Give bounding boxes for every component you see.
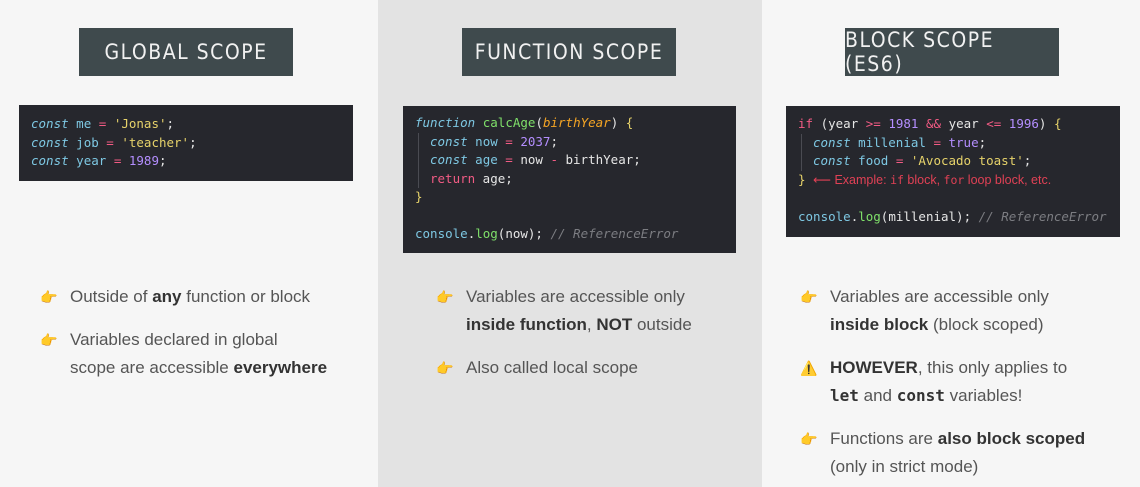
global-scope-title: GLOBAL SCOPE [79,28,293,76]
block-code-block: if (year >= 1981 && year <= 1996) { cons… [786,106,1120,237]
block-scope-panel: BLOCK SCOPE (ES6) if (year >= 1981 && ye… [762,0,1140,487]
pointing-hand-icon: 👉 [40,289,58,305]
pointing-hand-icon: 👉 [436,360,454,376]
block-bullet-2: ⚠️ HOWEVER, this only applies to let and … [800,354,1067,410]
pointing-hand-icon: 👉 [800,289,818,305]
global-bullet-1: 👉 Outside of any function or block [40,283,310,311]
function-bullet-1: 👉 Variables are accessible only inside fu… [436,283,692,339]
function-scope-panel: FUNCTION SCOPE function calcAge(birthYea… [378,0,762,487]
function-bullet-2: 👉 Also called local scope [436,354,638,382]
function-scope-title: FUNCTION SCOPE [462,28,676,76]
pointing-hand-icon: 👉 [40,332,58,348]
block-annotation: ⟵ Example: if block, for loop block, etc… [813,171,1052,187]
block-bullet-1: 👉 Variables are accessible only inside bl… [800,283,1049,339]
function-code-block: function calcAge(birthYear) { const now … [403,106,736,253]
warning-icon: ⚠️ [800,360,818,376]
global-code-block: const me = 'Jonas'; const job = 'teacher… [19,105,353,181]
pointing-hand-icon: 👉 [800,431,818,447]
arrow-left-icon: ⟵ [813,171,831,187]
global-scope-panel: GLOBAL SCOPE const me = 'Jonas'; const j… [0,0,378,487]
pointing-hand-icon: 👉 [436,289,454,305]
block-bullet-3: 👉 Functions are also block scoped (only i… [800,425,1085,481]
global-bullet-2: 👉 Variables declared in global scope are … [40,326,327,382]
block-scope-title: BLOCK SCOPE (ES6) [845,28,1059,76]
